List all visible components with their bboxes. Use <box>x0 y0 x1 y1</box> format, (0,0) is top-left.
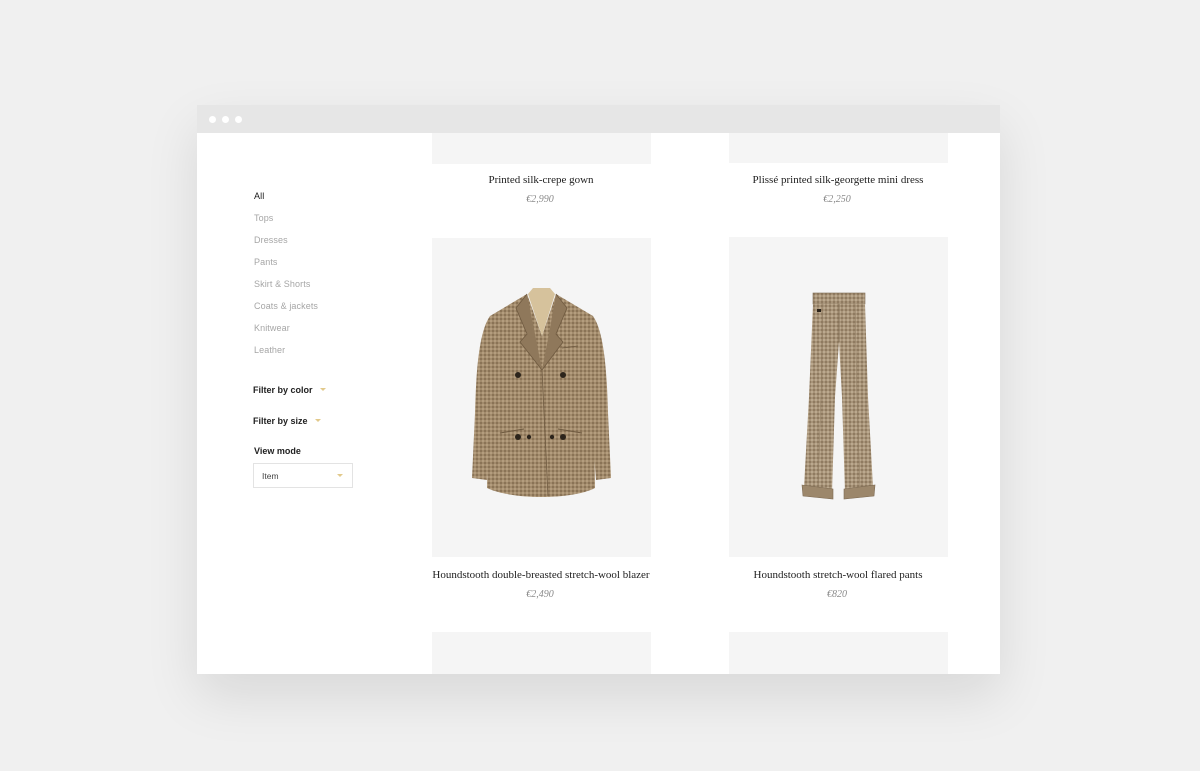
filter-by-size-label: Filter by size <box>253 416 308 426</box>
product-image[interactable] <box>729 632 948 674</box>
window-dot-minimize[interactable] <box>222 116 229 123</box>
product-name[interactable]: Plissé printed silk-georgette mini dress <box>708 174 968 186</box>
product-image-blazer[interactable] <box>432 238 651 557</box>
blazer-image <box>472 288 611 497</box>
product-name[interactable]: Houndstooth double-breasted stretch-wool… <box>411 569 671 581</box>
product-image-mini-dress[interactable] <box>729 133 948 163</box>
product-image-pants[interactable] <box>729 237 948 557</box>
product-price: €2,490 <box>526 589 554 600</box>
chevron-down-icon <box>337 474 343 477</box>
filter-by-size[interactable]: Filter by size <box>253 416 321 426</box>
product-price: €2,990 <box>526 194 554 205</box>
pants-image <box>801 292 876 500</box>
category-tops[interactable]: Tops <box>254 213 273 223</box>
chevron-down-icon <box>319 388 326 392</box>
view-mode-value: Item <box>262 471 279 481</box>
window-dot-close[interactable] <box>209 116 216 123</box>
product-name[interactable]: Houndstooth stretch-wool flared pants <box>708 569 968 581</box>
window-titlebar <box>197 105 1000 133</box>
category-leather[interactable]: Leather <box>254 345 285 355</box>
browser-window: All Tops Dresses Pants Skirt & Shorts Co… <box>197 105 1000 674</box>
view-mode-select[interactable]: Item <box>253 463 353 488</box>
product-image-gown[interactable] <box>432 133 651 164</box>
category-skirt-shorts[interactable]: Skirt & Shorts <box>254 279 310 289</box>
category-all[interactable]: All <box>254 191 264 201</box>
category-pants[interactable]: Pants <box>254 257 278 267</box>
product-name[interactable]: Printed silk-crepe gown <box>411 174 671 186</box>
product-image[interactable] <box>432 632 651 674</box>
product-price: €820 <box>827 589 847 600</box>
product-price: €2,250 <box>823 194 851 205</box>
chevron-down-icon <box>314 419 321 423</box>
window-dot-maximize[interactable] <box>235 116 242 123</box>
filter-by-color-label: Filter by color <box>253 385 313 395</box>
category-coats-jackets[interactable]: Coats & jackets <box>254 301 318 311</box>
category-dresses[interactable]: Dresses <box>254 235 288 245</box>
page-content: All Tops Dresses Pants Skirt & Shorts Co… <box>197 133 1000 674</box>
view-mode-label: View mode <box>254 446 301 456</box>
category-knitwear[interactable]: Knitwear <box>254 323 290 333</box>
filter-by-color[interactable]: Filter by color <box>253 385 326 395</box>
